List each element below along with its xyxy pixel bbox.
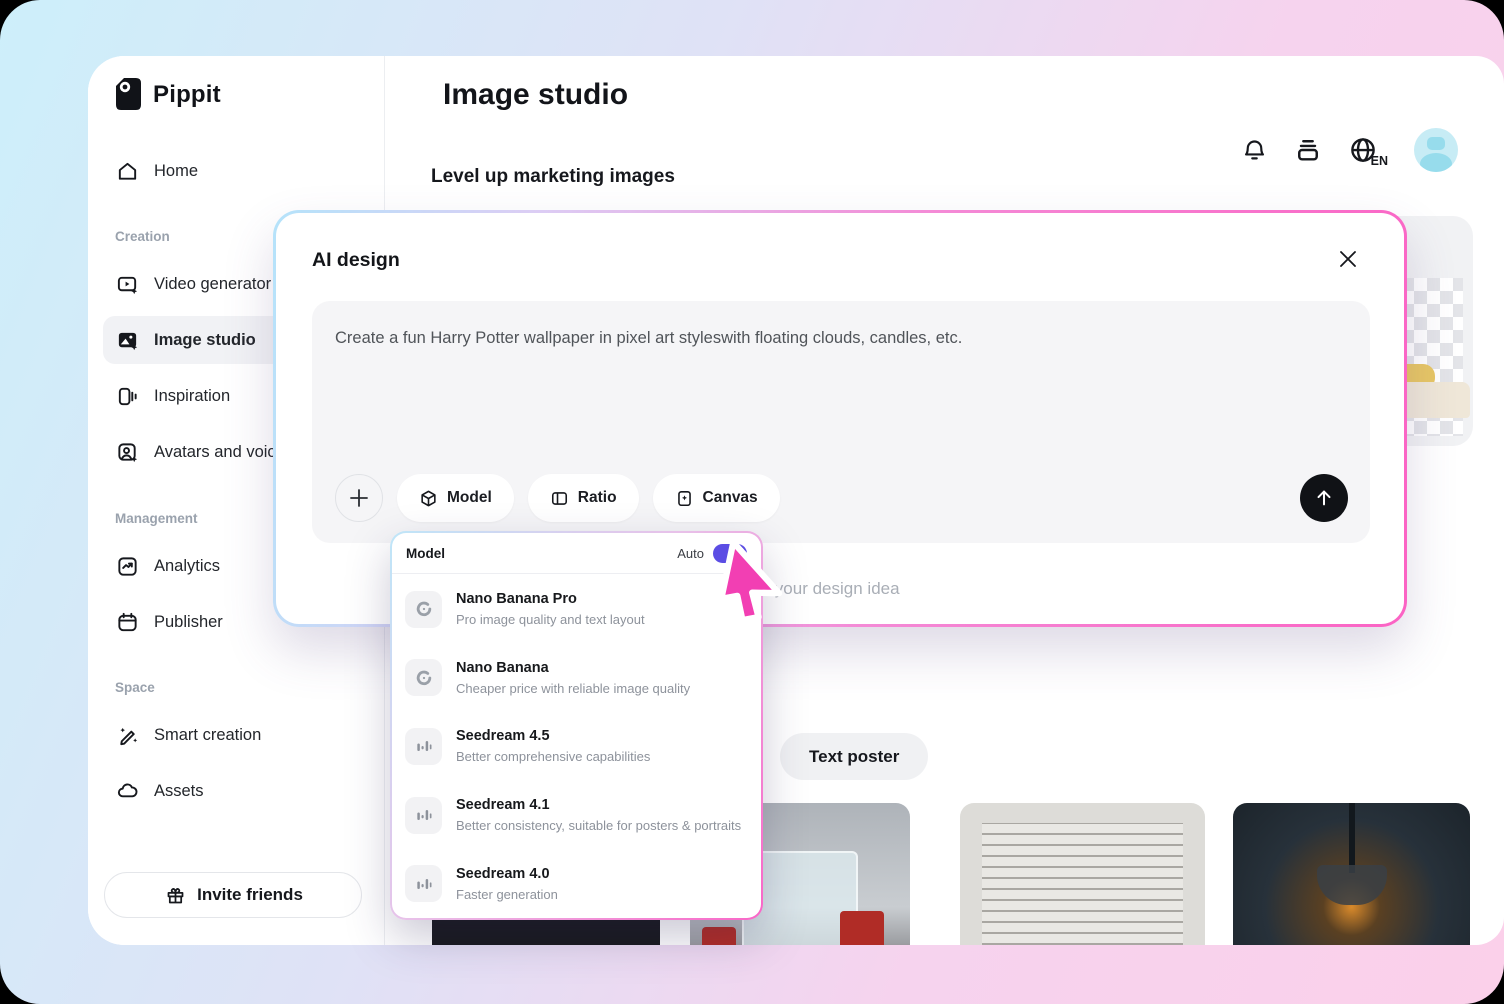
canvas-sparkle-icon — [675, 489, 694, 508]
stack-inbox-icon[interactable] — [1294, 136, 1322, 164]
sidebar-section-space: Space — [115, 680, 155, 695]
sidebar-item-label: Smart creation — [154, 725, 262, 744]
assets-cloud-icon — [115, 779, 139, 803]
analytics-icon — [115, 554, 139, 578]
model-option-nano-banana-pro[interactable]: Nano Banana Pro Pro image quality and te… — [392, 575, 761, 644]
swirl-icon — [405, 590, 442, 628]
modal-title: AI design — [312, 249, 400, 271]
model-button-label: Model — [447, 489, 492, 506]
swirl-icon — [405, 659, 442, 697]
sidebar-section-creation: Creation — [115, 229, 170, 244]
bars-icon — [405, 727, 442, 765]
text-poster-button[interactable]: Text poster — [780, 733, 929, 780]
smart-creation-icon — [115, 723, 139, 747]
section-heading: Level up marketing images — [431, 166, 675, 187]
sidebar-item-label: Publisher — [154, 612, 223, 631]
inspiration-icon — [115, 384, 139, 408]
model-cube-icon — [419, 489, 438, 508]
model-button[interactable]: Model — [397, 474, 514, 522]
background-gradient-frame: Pippit Home Creation Video generator Ima… — [0, 0, 1504, 1004]
gallery-thumbnail-industrial-lamp[interactable] — [1233, 803, 1470, 945]
canvas-button-label: Canvas — [702, 489, 758, 506]
ratio-button[interactable]: Ratio — [527, 474, 639, 522]
submit-generate-button[interactable] — [1300, 474, 1348, 522]
sidebar-item-smart-creation[interactable]: Smart creation — [88, 711, 384, 759]
model-option-seedream-41[interactable]: Seedream 4.1 Better consistency, suitabl… — [392, 781, 761, 850]
model-dropdown: Model Auto Nano Banana Pro Pro image qua… — [390, 531, 763, 920]
canvas-button[interactable]: Canvas — [652, 474, 780, 522]
pippit-logo-icon — [115, 78, 142, 112]
model-option-seedream-45[interactable]: Seedream 4.5 Better comprehensive capabi… — [392, 712, 761, 781]
publisher-icon — [115, 610, 139, 634]
image-studio-icon — [115, 328, 139, 352]
sidebar-section-management: Management — [115, 511, 198, 526]
sidebar-item-assets[interactable]: Assets — [88, 767, 384, 815]
model-option-nano-banana[interactable]: Nano Banana Cheaper price with reliable … — [392, 644, 761, 713]
invite-friends-button[interactable]: Invite friends — [104, 872, 362, 918]
video-generator-icon — [115, 272, 139, 296]
sidebar-item-home[interactable]: Home — [88, 147, 384, 195]
close-icon[interactable] — [1336, 247, 1360, 271]
page-title: Image studio — [443, 78, 629, 111]
bars-icon — [405, 796, 442, 834]
ratio-button-label: Ratio — [577, 489, 617, 506]
ratio-layout-icon — [550, 489, 569, 508]
sidebar-item-label: Video generator — [154, 274, 272, 293]
home-icon — [115, 159, 139, 183]
language-globe-icon[interactable]: EN — [1348, 135, 1388, 168]
sidebar-item-label: Home — [154, 161, 199, 180]
model-option-seedream-40[interactable]: Seedream 4.0 Faster generation — [392, 849, 761, 918]
sidebar-item-label: Image studio — [154, 330, 256, 349]
auto-label: Auto — [677, 545, 704, 561]
text-poster-label: Text poster — [809, 746, 900, 766]
bars-icon — [405, 865, 442, 903]
gift-icon — [163, 883, 187, 907]
gallery-thumbnail-worksheet[interactable] — [960, 803, 1205, 945]
sidebar-item-label: Assets — [154, 781, 204, 800]
auto-toggle[interactable] — [713, 543, 747, 563]
notifications-bell-icon[interactable] — [1241, 137, 1268, 164]
language-badge: EN — [1370, 154, 1388, 168]
user-avatar[interactable] — [1414, 128, 1458, 172]
sidebar-item-label: Analytics — [154, 556, 221, 575]
sidebar-item-label: Inspiration — [154, 386, 231, 405]
dropdown-title: Model — [406, 545, 445, 561]
header-actions: EN — [1241, 128, 1458, 172]
brand-name: Pippit — [153, 81, 221, 108]
invite-friends-label: Invite friends — [197, 885, 303, 904]
prompt-text: Create a fun Harry Potter wallpaper in p… — [335, 329, 963, 347]
avatar-silhouette — [1427, 137, 1445, 150]
avatars-icon — [115, 440, 139, 464]
add-attachment-button[interactable] — [335, 474, 383, 522]
brand-logo[interactable]: Pippit — [115, 78, 221, 112]
prompt-input[interactable]: Create a fun Harry Potter wallpaper in p… — [312, 301, 1370, 543]
